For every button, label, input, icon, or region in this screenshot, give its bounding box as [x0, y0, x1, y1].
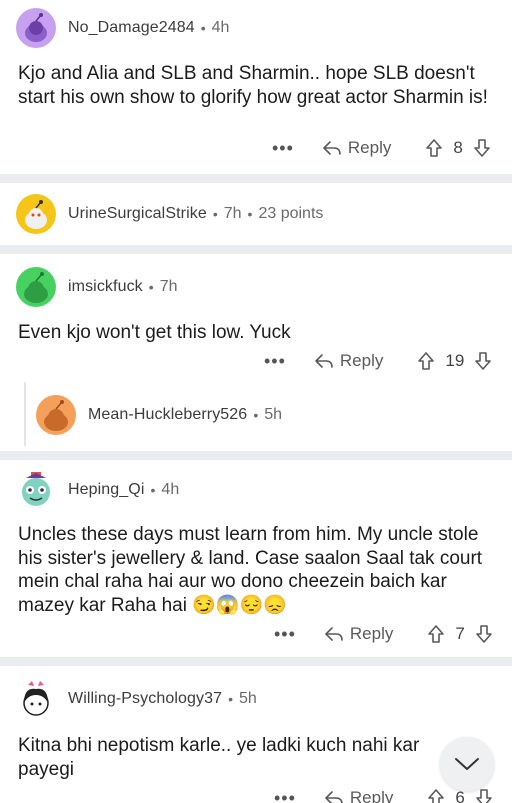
reply-button[interactable]: Reply [324, 788, 393, 803]
comment-header: No_Damage2484 • 4h [16, 8, 229, 48]
reply-button[interactable]: Reply [322, 138, 391, 158]
avatar[interactable] [16, 679, 56, 719]
avatar[interactable] [36, 395, 76, 435]
username[interactable]: Heping_Qi [68, 481, 145, 499]
comment-1: No_Damage2484 • 4h Kjo and Alia and SLB … [0, 0, 512, 180]
downvote-icon[interactable] [475, 624, 493, 644]
thread-line[interactable] [24, 382, 26, 446]
separator-dot: • [228, 691, 233, 707]
comment-header: Heping_Qi • 4h [16, 470, 179, 510]
vote-control: 8 [425, 138, 490, 158]
comment-actions: ••• Reply 7 [274, 624, 493, 644]
nested-reply-collapsed[interactable]: Mean-Huckleberry526 • 5h [36, 395, 282, 435]
downvote-icon[interactable] [473, 138, 491, 158]
comment-separator [0, 174, 512, 183]
comment-text: Kjo and Alia and SLB and Sharmin.. hope … [18, 63, 488, 108]
upvote-icon[interactable] [417, 351, 435, 371]
separator-dot: • [148, 279, 154, 295]
username[interactable]: Willing-Psychology37 [68, 690, 222, 708]
more-options-button[interactable]: ••• [274, 625, 296, 643]
comment-header: UrineSurgicalStrike • 7h • 23 points [16, 194, 323, 234]
vote-count: 7 [455, 624, 465, 643]
reply-button[interactable]: Reply [314, 351, 383, 371]
vote-count: 19 [445, 351, 465, 370]
username[interactable]: UrineSurgicalStrike [68, 205, 207, 223]
comment-header: imsickfuck • 7h [16, 267, 177, 307]
more-options-button[interactable]: ••• [264, 352, 286, 370]
comment-4: Heping_Qi • 4h Uncles these days must le… [0, 460, 512, 657]
more-options-button[interactable]: ••• [272, 139, 294, 157]
more-options-button[interactable]: ••• [274, 789, 296, 803]
separator-dot: • [150, 482, 156, 498]
separator-dot: • [247, 206, 253, 222]
reply-label: Reply [339, 351, 384, 370]
avatar[interactable] [16, 8, 56, 48]
comment-header: Willing-Psychology37 • 5h [16, 679, 257, 719]
comment-text: Even kjo won't get this low. Yuck [18, 322, 291, 343]
comment-separator [0, 657, 512, 666]
comment-text: Kitna bhi nepotism karle.. ye ladki kuch… [18, 735, 420, 780]
timestamp: 5h [238, 690, 257, 707]
reply-icon [325, 791, 343, 803]
reply-label: Reply [347, 138, 392, 157]
reply-label: Reply [349, 624, 394, 643]
comment-3: imsickfuck • 7h Even kjo won't get this … [0, 254, 512, 450]
comment-5: Willing-Psychology37 • 5h Kitna bhi nepo… [0, 666, 512, 803]
comment-separator [0, 451, 512, 460]
username[interactable]: imsickfuck [68, 278, 143, 296]
vote-control: 19 [417, 351, 492, 371]
comment-actions: ••• Reply 19 [264, 351, 492, 371]
comment-separator [0, 245, 512, 254]
upvote-icon[interactable] [425, 138, 443, 158]
timestamp: 5h [264, 406, 283, 423]
comment-text: Uncles these days must learn from him. M… [18, 524, 483, 616]
avatar[interactable] [16, 267, 56, 307]
comment-actions: ••• Reply 8 [272, 138, 491, 158]
vote-count: 8 [453, 138, 463, 157]
vote-control: 7 [427, 624, 492, 644]
avatar[interactable] [16, 194, 56, 234]
reply-button[interactable]: Reply [324, 624, 393, 644]
reply-icon [323, 141, 341, 155]
comment-2-collapsed[interactable]: UrineSurgicalStrike • 7h • 23 points [0, 183, 512, 245]
timestamp: 4h [211, 19, 230, 36]
upvote-icon[interactable] [427, 788, 445, 803]
timestamp: 7h [159, 278, 178, 295]
separator-dot: • [200, 20, 206, 36]
reply-icon [315, 354, 333, 368]
chevron-down-icon [455, 758, 479, 770]
reply-icon [325, 627, 343, 641]
points: 23 points [258, 205, 324, 222]
downvote-icon[interactable] [474, 351, 492, 371]
separator-dot: • [253, 407, 259, 423]
timestamp: 4h [161, 481, 180, 498]
timestamp: 7h [223, 205, 242, 222]
avatar[interactable] [16, 470, 56, 510]
upvote-icon[interactable] [427, 624, 445, 644]
downvote-icon[interactable] [475, 788, 493, 803]
separator-dot: • [212, 206, 218, 222]
reply-label: Reply [349, 788, 394, 803]
username[interactable]: No_Damage2484 [68, 19, 195, 37]
username[interactable]: Mean-Huckleberry526 [88, 406, 247, 424]
scroll-down-button[interactable] [440, 737, 494, 791]
